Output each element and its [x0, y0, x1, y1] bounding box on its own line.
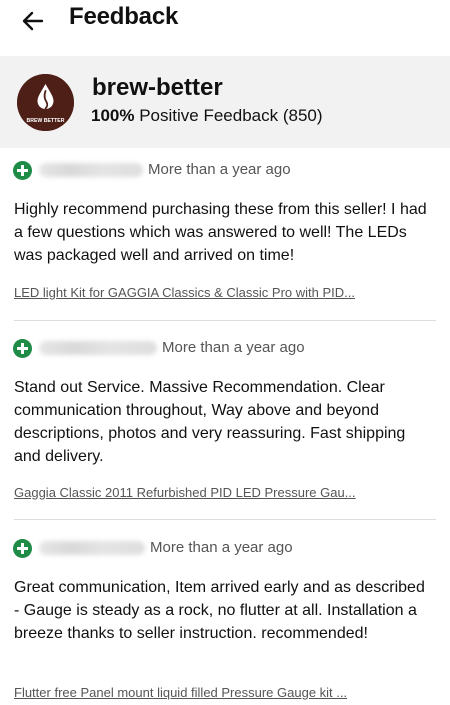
positive-feedback-count: Positive Feedback (850) — [139, 106, 323, 125]
page-title: Feedback — [69, 3, 179, 30]
reviewer-name-redacted — [39, 163, 143, 177]
review-text: Highly recommend purchasing these from t… — [14, 201, 427, 264]
review-item-link[interactable]: LED light Kit for GAGGIA Classics & Clas… — [14, 285, 434, 300]
divider — [14, 519, 436, 520]
svg-text:BREW BETTER: BREW BETTER — [26, 118, 64, 124]
review-item: More than a year ago Stand out Service. … — [0, 338, 450, 518]
review-text: Stand out Service. Massive Recommendatio… — [14, 379, 406, 465]
review-time: More than a year ago — [150, 539, 293, 556]
seller-name[interactable]: brew-better — [92, 74, 223, 102]
review-time: More than a year ago — [162, 339, 305, 356]
review-item: More than a year ago Great communication… — [0, 538, 450, 705]
seller-logo[interactable]: BREW BETTER — [17, 74, 74, 131]
review-text: Great communication, Item arrived early … — [14, 579, 425, 642]
plus-circle-icon — [13, 161, 32, 180]
review-item: More than a year ago Highly recommend pu… — [0, 160, 450, 320]
review-time: More than a year ago — [148, 161, 291, 178]
review-item-link[interactable]: Gaggia Classic 2011 Refurbished PID LED … — [14, 485, 434, 500]
coffee-drop-logo-icon: BREW BETTER — [17, 74, 74, 131]
positive-percentage: 100% — [91, 106, 135, 125]
back-button[interactable] — [20, 8, 46, 34]
plus-circle-icon — [13, 539, 32, 558]
review-item-link[interactable]: Flutter free Panel mount liquid filled P… — [14, 685, 434, 700]
plus-circle-icon — [13, 339, 32, 358]
reviewer-name-redacted — [39, 541, 145, 555]
review-header: More than a year ago — [0, 338, 450, 362]
top-bar: Feedback — [0, 0, 450, 56]
reviewer-name-redacted — [39, 341, 157, 355]
divider — [14, 320, 436, 321]
review-header: More than a year ago — [0, 160, 450, 184]
arrow-left-icon — [22, 11, 44, 31]
review-header: More than a year ago — [0, 538, 450, 562]
seller-feedback-score: 100% Positive Feedback (850) — [91, 106, 323, 126]
